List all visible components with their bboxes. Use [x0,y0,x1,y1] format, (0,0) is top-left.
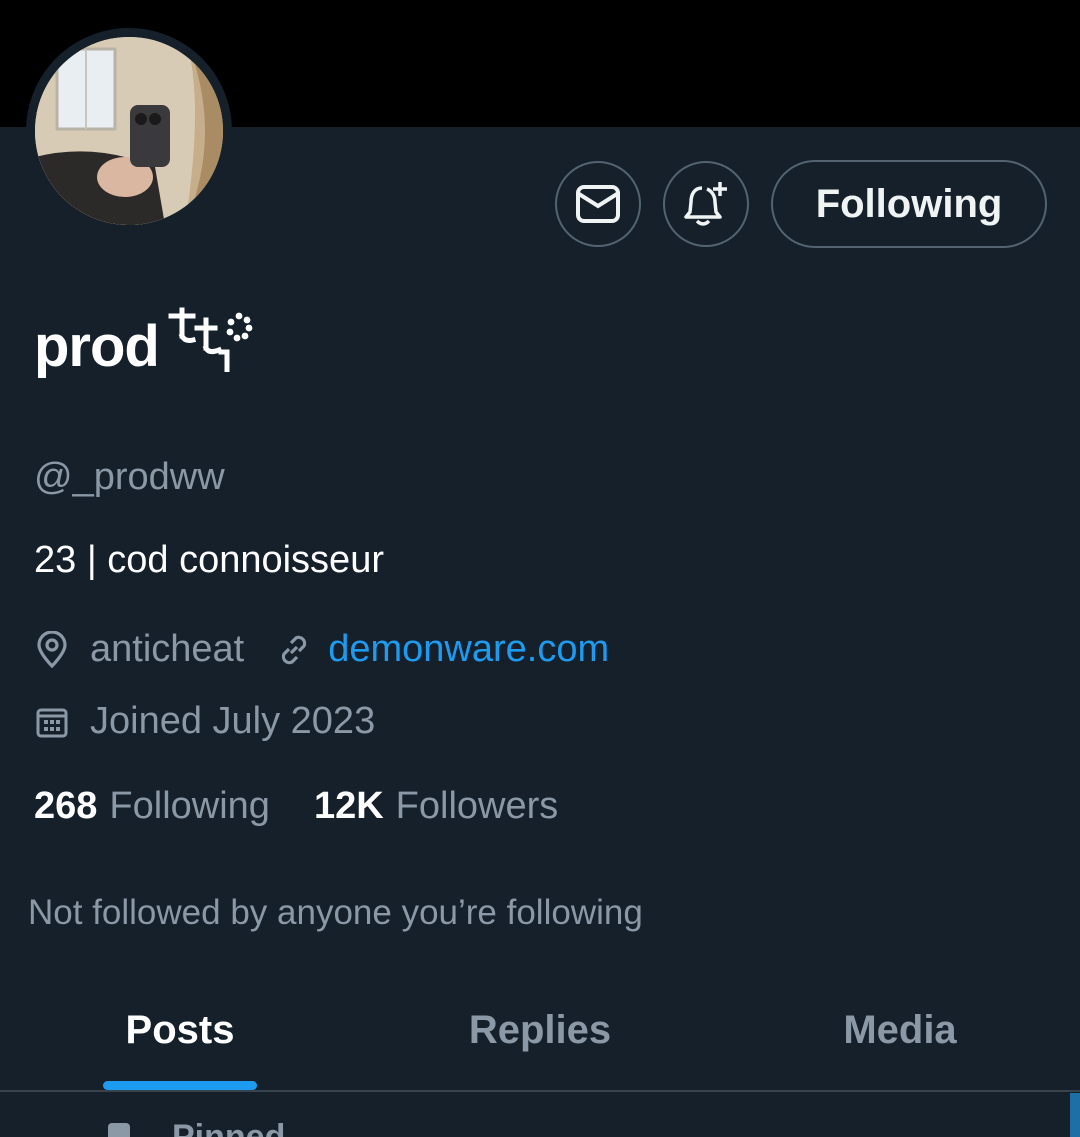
profile-handle: @_prodww [34,456,225,498]
avatar[interactable] [26,28,232,234]
location-pin-icon [34,630,70,668]
following-stat[interactable]: 268 Following [34,785,270,828]
tab-posts[interactable]: Posts [0,970,360,1090]
tab-media[interactable]: Media [720,970,1080,1090]
followed-by-text: Not followed by anyone you’re following [28,893,643,932]
avatar-photo [35,37,223,225]
tab-label: Media [843,1008,957,1052]
tab-replies[interactable]: Replies [360,970,720,1090]
followers-count: 12K [313,785,384,827]
message-button[interactable] [555,161,641,247]
followers-label: Followers [395,785,559,827]
profile-page: Following prod @_prodww 23 | cod connois… [0,0,1080,1137]
joined-row: Joined July 2023 [34,700,375,743]
calendar-icon [34,704,70,740]
display-name-row: prod [34,306,253,386]
profile-tabs: Posts Replies Media [0,970,1080,1090]
pinned-label: Pinned [172,1118,286,1137]
link-icon [276,632,312,668]
following-button[interactable]: Following [771,160,1047,248]
profile-joined-date: Joined July 2023 [90,700,376,742]
followers-stat[interactable]: 12K Followers [314,785,558,828]
pin-icon [108,1123,130,1137]
profile-stats: 268 Following 12K Followers [34,785,558,828]
bell-plus-icon [684,182,727,226]
following-label: Following [109,785,270,827]
pinned-header: Pinned [108,1118,285,1137]
envelope-icon [576,185,620,223]
scrollbar[interactable] [1070,1093,1080,1137]
active-tab-indicator [103,1081,257,1090]
profile-location: anticheat [90,628,245,670]
display-name: prod [34,313,160,379]
tab-label: Replies [468,1008,612,1052]
profile-bio: 23 | cod connoisseur [34,539,384,581]
name-decoration-icon [167,306,253,386]
profile-website-link[interactable]: demonware.com [328,628,609,671]
tabs-divider [0,1090,1080,1092]
notify-button[interactable] [663,161,749,247]
following-count: 268 [34,785,98,827]
tab-label: Posts [125,1008,235,1052]
location-website-row: anticheat demonware.com [34,628,609,671]
